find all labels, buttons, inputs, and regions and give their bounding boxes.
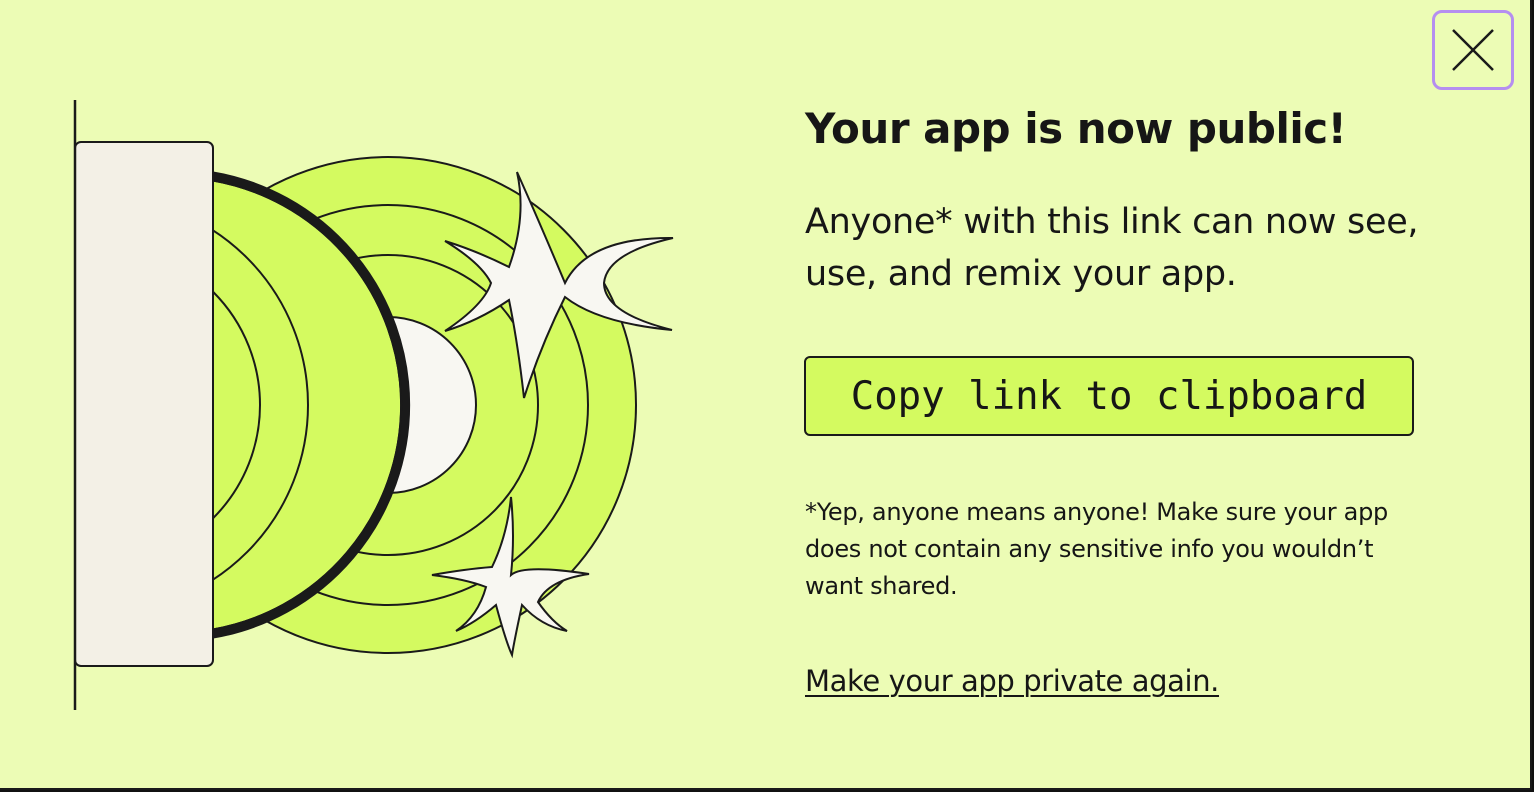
broadcast-illustration (73, 100, 674, 710)
share-dialog: Your app is now public! Anyone* with thi… (0, 0, 1532, 790)
close-icon (1452, 29, 1494, 71)
dialog-description: Anyone* with this link can now see, use,… (805, 202, 1419, 294)
sensitive-info-warning: *Yep, anyone means anyone! Make sure you… (805, 498, 1388, 600)
make-private-link[interactable]: Make your app private again. (805, 664, 1219, 698)
copy-link-button[interactable]: Copy link to clipboard (804, 356, 1414, 436)
close-button[interactable] (1432, 10, 1514, 90)
dialog-title: Your app is now public! (805, 104, 1347, 153)
